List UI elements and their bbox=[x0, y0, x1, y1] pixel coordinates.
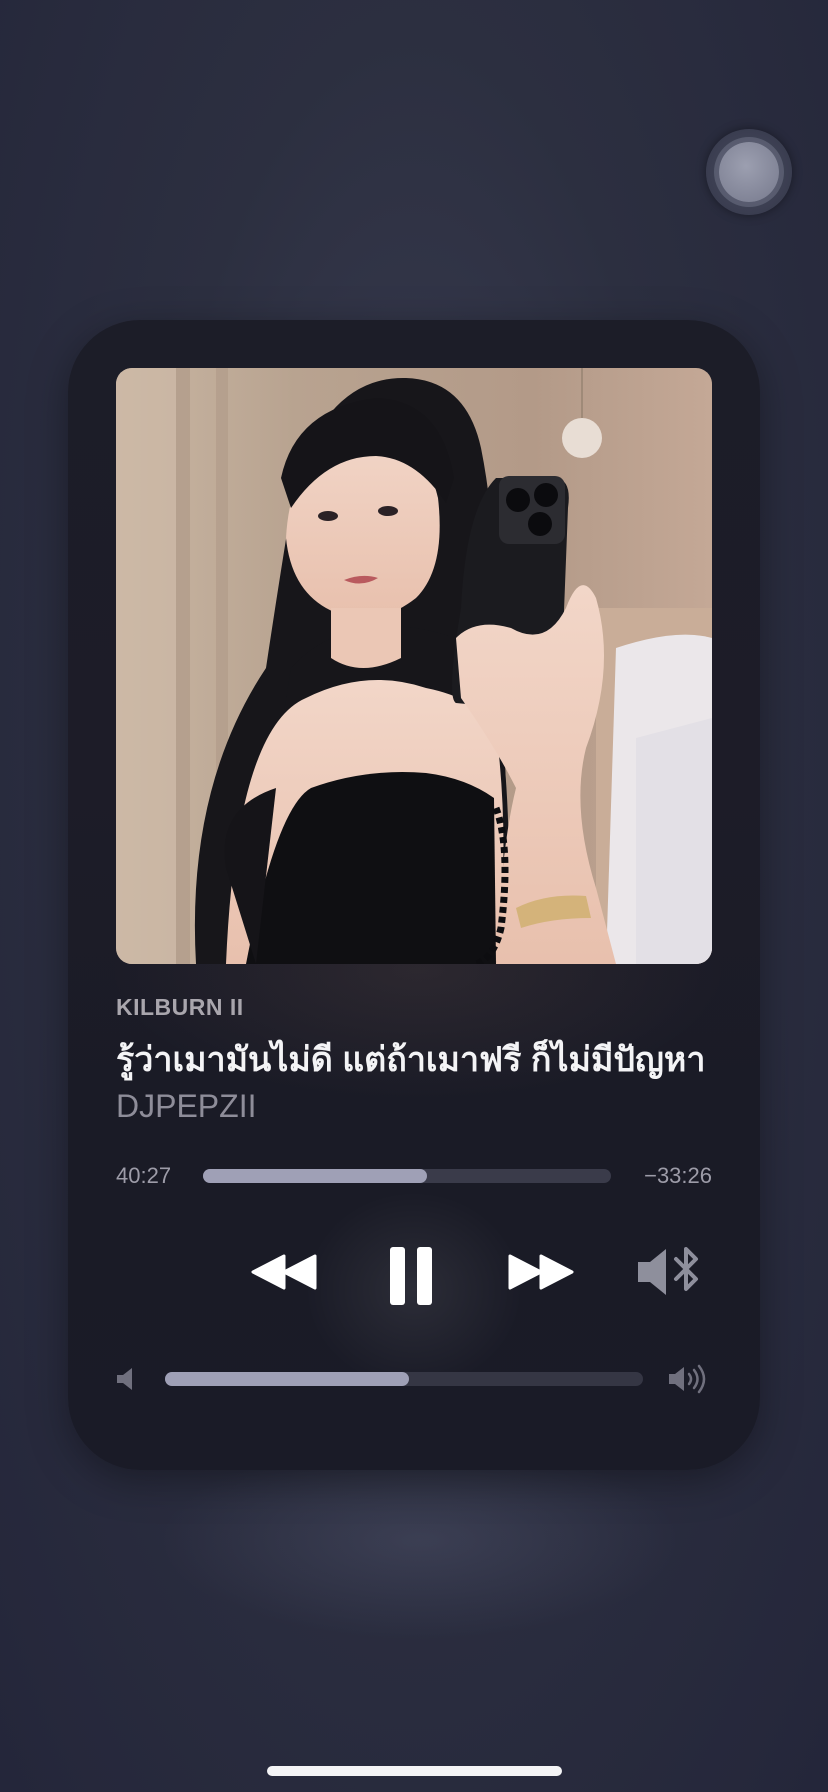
home-indicator[interactable] bbox=[267, 1766, 562, 1776]
assistive-touch-button[interactable] bbox=[706, 129, 792, 215]
fast-forward-button[interactable] bbox=[508, 1252, 574, 1292]
elapsed-time: 40:27 bbox=[116, 1163, 172, 1188]
playback-progress-fill bbox=[203, 1169, 428, 1183]
audio-output-button[interactable] bbox=[636, 1245, 706, 1299]
playback-scrubber[interactable] bbox=[203, 1169, 611, 1183]
album-artwork-image bbox=[116, 368, 712, 964]
track-title: รู้ว่าเมามันไม่ดี แต่ถ้าเมาฟรี ก็ไม่มีปั… bbox=[116, 1041, 716, 1079]
volume-high-icon bbox=[668, 1364, 710, 1399]
bluetooth-speaker-icon bbox=[638, 1247, 698, 1295]
album-artwork[interactable] bbox=[116, 368, 712, 964]
assistive-touch-icon bbox=[719, 142, 779, 202]
pause-icon bbox=[390, 1247, 432, 1305]
remaining-time: −33:26 bbox=[644, 1163, 712, 1188]
volume-low-icon bbox=[116, 1366, 138, 1397]
artist-label: KILBURN II bbox=[116, 994, 244, 1020]
track-title-continued: DJPEPZII bbox=[116, 1088, 257, 1124]
background-glow bbox=[160, 1440, 680, 1640]
pause-button[interactable] bbox=[388, 1245, 436, 1307]
volume-level-fill bbox=[165, 1372, 409, 1386]
rewind-button[interactable] bbox=[251, 1252, 317, 1292]
rewind-icon bbox=[251, 1254, 317, 1290]
volume-slider[interactable] bbox=[165, 1372, 643, 1386]
now-playing-card: KILBURN II รู้ว่าเมามันไม่ดี แต่ถ้าเมาฟร… bbox=[68, 320, 760, 1470]
fast-forward-icon bbox=[508, 1254, 574, 1290]
